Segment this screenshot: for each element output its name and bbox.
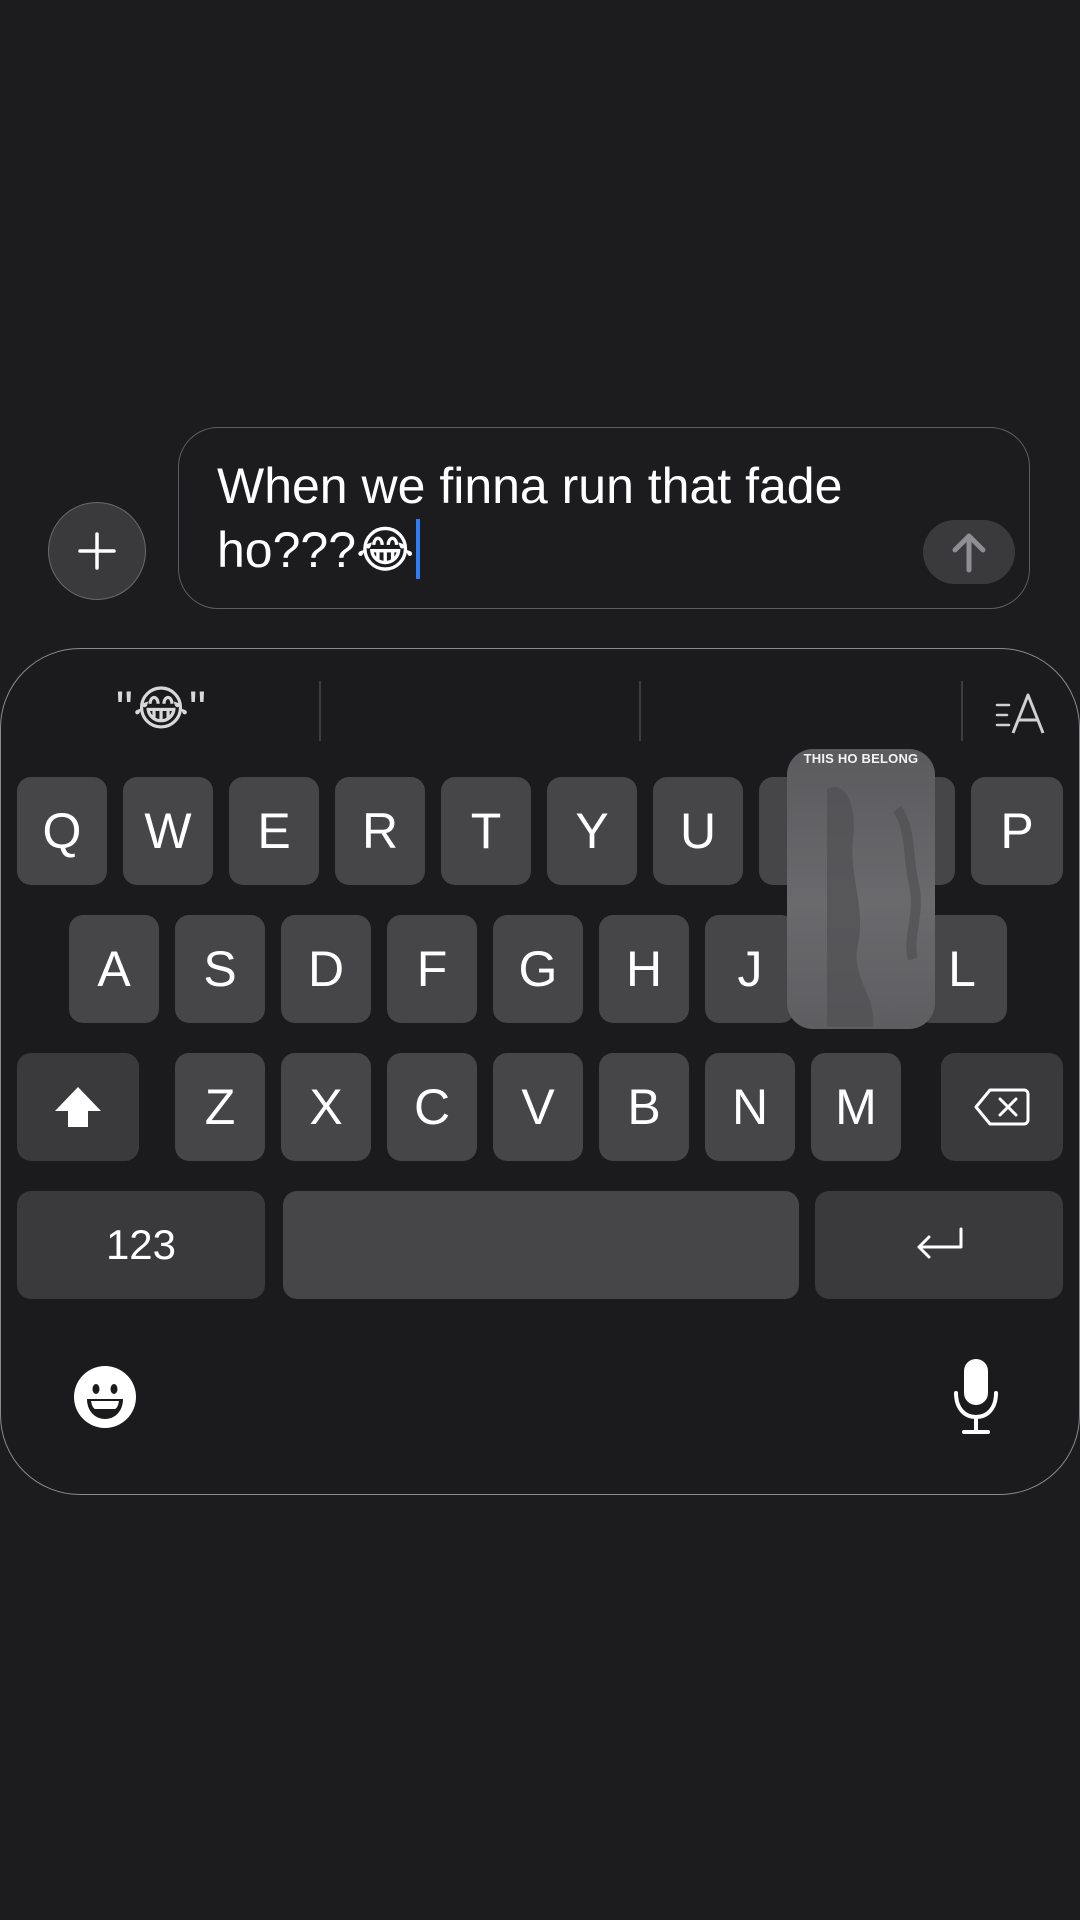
shift-icon	[55, 1087, 101, 1127]
key-m[interactable]: M	[811, 1053, 901, 1161]
key-p[interactable]: P	[971, 777, 1063, 885]
add-attachment-button[interactable]	[48, 502, 146, 600]
plus-icon	[78, 532, 116, 570]
microphone-icon[interactable]	[951, 1357, 1001, 1435]
suggestion-divider	[961, 681, 963, 741]
key-popup	[787, 749, 935, 1029]
key-a[interactable]: A	[69, 915, 159, 1023]
message-text[interactable]: When we finna run that fade ho???😂	[217, 454, 907, 582]
key-n[interactable]: N	[705, 1053, 795, 1161]
key-s[interactable]: S	[175, 915, 265, 1023]
suggestion-3[interactable]	[643, 679, 963, 739]
shift-key[interactable]	[17, 1053, 139, 1161]
space-key[interactable]	[283, 1191, 799, 1299]
key-c[interactable]: C	[387, 1053, 477, 1161]
popup-caption: THIS HO BELONG	[803, 751, 919, 766]
key-t[interactable]: T	[441, 777, 531, 885]
key-v[interactable]: V	[493, 1053, 583, 1161]
text-format-icon[interactable]	[995, 691, 1051, 737]
key-r[interactable]: R	[335, 777, 425, 885]
key-h[interactable]: H	[599, 915, 689, 1023]
key-x[interactable]: X	[281, 1053, 371, 1161]
emoji-icon[interactable]	[73, 1365, 137, 1429]
key-b[interactable]: B	[599, 1053, 689, 1161]
key-u[interactable]: U	[653, 777, 743, 885]
key-j[interactable]: J	[705, 915, 795, 1023]
key-g[interactable]: G	[493, 915, 583, 1023]
key-y[interactable]: Y	[547, 777, 637, 885]
suggestion-2[interactable]	[323, 679, 643, 739]
key-d[interactable]: D	[281, 915, 371, 1023]
suggestion-divider	[319, 681, 321, 741]
popup-image	[827, 787, 921, 1027]
arrow-up-icon	[952, 533, 986, 573]
return-key[interactable]	[815, 1191, 1063, 1299]
numbers-key[interactable]: 123	[17, 1191, 265, 1299]
background-lower	[0, 1495, 1080, 1920]
text-caret	[416, 519, 421, 579]
key-z[interactable]: Z	[175, 1053, 265, 1161]
message-input[interactable]: When we finna run that fade ho???😂	[178, 427, 1030, 609]
key-q[interactable]: Q	[17, 777, 107, 885]
key-e[interactable]: E	[229, 777, 319, 885]
key-f[interactable]: F	[387, 915, 477, 1023]
return-icon	[917, 1227, 963, 1259]
suggestion-divider	[639, 681, 641, 741]
keyboard: "😂" Q W E R T Y U P A S D F G H J L THIS…	[0, 648, 1080, 1495]
backspace-icon	[974, 1088, 1030, 1126]
delete-key[interactable]	[941, 1053, 1063, 1161]
suggestion-1[interactable]: "😂"	[1, 679, 321, 739]
send-button[interactable]	[923, 520, 1015, 584]
key-w[interactable]: W	[123, 777, 213, 885]
